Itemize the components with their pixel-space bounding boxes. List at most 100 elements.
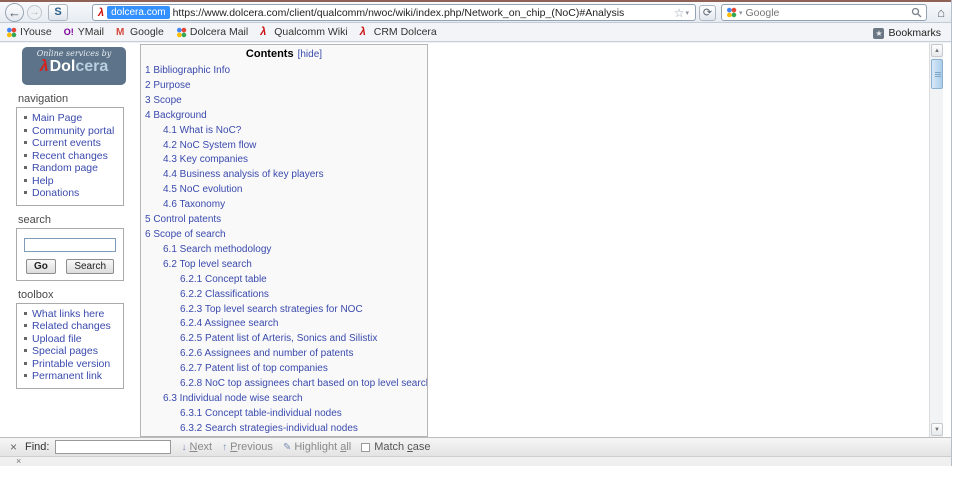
bookmark-item[interactable]: IYouse bbox=[6, 26, 52, 38]
addon-bar-close-icon[interactable]: × bbox=[16, 457, 21, 466]
wiki-search-input[interactable] bbox=[24, 238, 116, 252]
url-bar[interactable]: λ dolcera.com https://www.dolcera.com/cl… bbox=[92, 4, 696, 21]
search-engine-google-icon[interactable] bbox=[726, 7, 737, 18]
find-input[interactable] bbox=[55, 440, 171, 454]
highlight-all-button[interactable]: ✎ Highlight all bbox=[283, 441, 351, 453]
magnifier-icon[interactable] bbox=[911, 7, 922, 18]
navigation-link[interactable]: Recent changes bbox=[32, 150, 108, 163]
wiki-sidebar: Online services by λDolcera navigation M… bbox=[16, 47, 124, 389]
match-case-checkbox[interactable] bbox=[361, 443, 370, 452]
navigation-link[interactable]: Current events bbox=[32, 137, 101, 150]
toc-link[interactable]: 4.1 What is NoC? bbox=[163, 125, 241, 136]
extension-s-button[interactable]: S bbox=[48, 4, 68, 21]
toc-entry: 6 Scope of search bbox=[141, 227, 427, 242]
navigation-item: Donations bbox=[21, 187, 121, 200]
web-search-box[interactable]: ▾ bbox=[721, 4, 927, 21]
s-icon: S bbox=[54, 6, 61, 18]
navigation-links: Main Page Community portal Current event… bbox=[21, 112, 121, 200]
toc-entry: 4.3 Key companies bbox=[141, 152, 427, 167]
find-next-button[interactable]: ↓ Next bbox=[181, 441, 212, 453]
previous-arrow-icon: ↑ bbox=[222, 442, 227, 453]
toolbox-link[interactable]: What links here bbox=[32, 308, 104, 321]
navigation-link[interactable]: Community portal bbox=[32, 125, 114, 138]
find-close-button[interactable]: × bbox=[10, 440, 17, 454]
toolbox-link[interactable]: Special pages bbox=[32, 345, 98, 358]
toc-link[interactable]: 5 Control patents bbox=[145, 214, 221, 225]
toc-entry: 6.2.8 NoC top assignees chart based on t… bbox=[141, 376, 427, 391]
toc-entry: 4 Background bbox=[141, 108, 427, 123]
toc-link[interactable]: 6.2.3 Top level search strategies for NO… bbox=[180, 304, 363, 315]
navigation-link[interactable]: Main Page bbox=[32, 112, 82, 125]
browser-window: ← → S λ dolcera.com https://www.dolcera.… bbox=[0, 0, 952, 466]
toc-link[interactable]: 6.1 Search methodology bbox=[163, 244, 271, 255]
bookmark-item[interactable]: Dolcera Mail bbox=[176, 26, 248, 38]
content-scrollbar[interactable]: ▲ ▼ bbox=[929, 43, 943, 437]
bookmarks-toolbar: IYouse YMail Google Dolcera Mail Qualcom… bbox=[0, 23, 951, 42]
toc-link[interactable]: 6.2.5 Patent list of Arteris, Sonics and… bbox=[180, 333, 377, 344]
scroll-down-button[interactable]: ▼ bbox=[931, 423, 943, 436]
toc-link[interactable]: 6.2.4 Assignee search bbox=[180, 318, 278, 329]
scroll-up-button[interactable]: ▲ bbox=[931, 44, 943, 57]
url-domain-chip[interactable]: dolcera.com bbox=[107, 6, 169, 19]
toolbox-link[interactable]: Upload file bbox=[32, 333, 82, 346]
toolbox-portlet-title: toolbox bbox=[18, 289, 124, 301]
bookmark-star-icon[interactable]: ☆ bbox=[674, 6, 685, 20]
toc-link[interactable]: 4.5 NoC evolution bbox=[163, 184, 243, 195]
bookmarks-menu-button[interactable]: ★ Bookmarks bbox=[873, 27, 941, 39]
search-button[interactable]: Search bbox=[66, 259, 114, 274]
toc-link[interactable]: 3 Scope bbox=[145, 95, 182, 106]
toc-link[interactable]: 6.3 Individual node wise search bbox=[163, 393, 303, 404]
bookmark-item[interactable]: CRM Dolcera bbox=[360, 26, 437, 38]
toc-link[interactable]: 6.2.2 Classifications bbox=[180, 289, 269, 300]
scrollbar-thumb[interactable] bbox=[931, 59, 943, 89]
bookmark-item[interactable]: YMail bbox=[64, 26, 104, 38]
navigation-link[interactable]: Random page bbox=[32, 162, 98, 175]
toolbox-link[interactable]: Permanent link bbox=[32, 370, 102, 383]
toc-entry: 6.2.5 Patent list of Arteris, Sonics and… bbox=[141, 331, 427, 346]
navigation-portlet: Main Page Community portal Current event… bbox=[16, 107, 124, 206]
toc-link[interactable]: 6.2 Top level search bbox=[163, 259, 252, 270]
toc-link[interactable]: 4.3 Key companies bbox=[163, 154, 248, 165]
url-text[interactable]: https://www.dolcera.com/client/qualcomm/… bbox=[173, 7, 673, 19]
toolbox-link[interactable]: Printable version bbox=[32, 358, 110, 371]
table-of-contents: Contents[hide] 1 Bibliographic Info 2 Pu… bbox=[140, 44, 428, 437]
toc-link[interactable]: 6.3.2 Search strategies-individual nodes bbox=[180, 423, 358, 434]
toolbox-portlet: What links here Related changes Upload f… bbox=[16, 303, 124, 389]
toc-link[interactable]: 4.4 Business analysis of key players bbox=[163, 169, 324, 180]
dolcera-logo[interactable]: Online services by λDolcera bbox=[22, 47, 126, 85]
toc-link[interactable]: 6.2.8 NoC top assignees chart based on t… bbox=[180, 378, 428, 389]
navigation-link[interactable]: Help bbox=[32, 175, 54, 188]
find-previous-button[interactable]: ↑ Previous bbox=[222, 441, 273, 453]
back-button[interactable]: ← bbox=[5, 3, 24, 22]
toc-link[interactable]: 4.6 Taxonomy bbox=[163, 199, 225, 210]
web-search-input[interactable] bbox=[746, 7, 911, 19]
bookmark-item[interactable]: Qualcomm Wiki bbox=[260, 26, 348, 38]
toc-link[interactable]: 6.2.7 Patent list of top companies bbox=[180, 363, 328, 374]
navigation-item: Random page bbox=[21, 162, 121, 175]
toc-link[interactable]: 6.3.1 Concept table-individual nodes bbox=[180, 408, 342, 419]
next-arrow-icon: ↓ bbox=[181, 442, 186, 453]
bookmark-item[interactable]: Google bbox=[116, 26, 164, 38]
toc-link[interactable]: 1 Bibliographic Info bbox=[145, 65, 230, 76]
toc-hide-link[interactable]: [hide] bbox=[298, 49, 322, 60]
bookmarks-menu-label: Bookmarks bbox=[888, 27, 941, 39]
toc-link[interactable]: 4.2 NoC System flow bbox=[163, 140, 256, 151]
toc-link[interactable]: 6.2.6 Assignees and number of patents bbox=[180, 348, 353, 359]
match-case-toggle[interactable]: Match case bbox=[361, 441, 430, 453]
toc-link[interactable]: 6 Scope of search bbox=[145, 229, 226, 240]
toolbox-item: Printable version bbox=[21, 358, 121, 371]
forward-button[interactable]: → bbox=[27, 5, 42, 20]
toolbox-link[interactable]: Related changes bbox=[32, 320, 111, 333]
search-portlet: Go Search bbox=[16, 228, 124, 281]
home-button[interactable]: ⌂ bbox=[933, 5, 949, 20]
toc-link[interactable]: 2 Purpose bbox=[145, 80, 191, 91]
reload-button[interactable]: ⟳ bbox=[699, 5, 716, 21]
star-dropdown-icon[interactable]: ▾ bbox=[685, 9, 689, 17]
toc-link[interactable]: 6.2.1 Concept table bbox=[180, 274, 267, 285]
engine-dropdown-icon[interactable]: ▾ bbox=[739, 9, 743, 17]
go-button[interactable]: Go bbox=[26, 259, 56, 274]
toc-entry: 6.2 Top level search bbox=[141, 257, 427, 272]
navigation-link[interactable]: Donations bbox=[32, 187, 79, 200]
toc-link[interactable]: 4 Background bbox=[145, 110, 207, 121]
toc-entry: 4.6 Taxonomy bbox=[141, 197, 427, 212]
